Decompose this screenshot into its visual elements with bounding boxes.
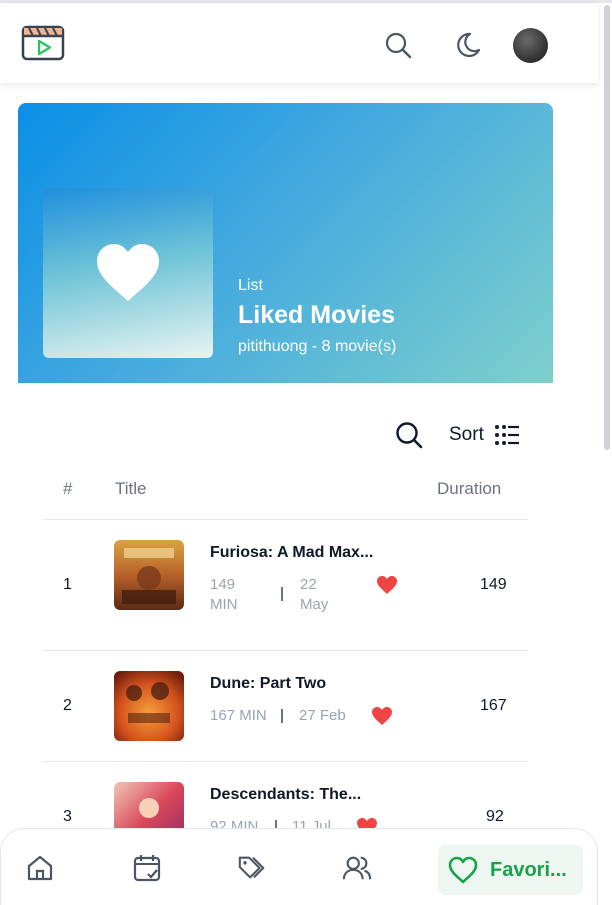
avatar[interactable]: [513, 28, 548, 63]
movie-date: 22 May: [300, 575, 328, 615]
favorites-button[interactable]: Favori...: [438, 845, 583, 895]
column-header-number: #: [63, 479, 73, 498]
movie-duration: 149: [480, 576, 507, 593]
heart-icon: [448, 856, 478, 884]
search-icon[interactable]: [383, 30, 413, 60]
app-header: [0, 3, 598, 83]
movie-title[interactable]: Furiosa: A Mad Max...: [210, 544, 373, 562]
calendar-check-icon[interactable]: [132, 853, 162, 883]
list-owner-count: pitithuong - 8 movie(s): [238, 338, 397, 355]
movie-date: 27 Feb: [299, 707, 346, 724]
sort-label: Sort: [449, 424, 484, 445]
favorites-label: Favori...: [490, 858, 567, 881]
date-day: 22: [300, 576, 317, 593]
row-number: 3: [63, 808, 72, 825]
meta-separator: [281, 587, 283, 601]
table-row[interactable]: 2 Dune: Part Two 167 MIN 27 Feb 167: [43, 651, 528, 761]
heart-icon[interactable]: [376, 575, 398, 595]
page-title: Liked Movies: [238, 301, 395, 329]
runtime-value: 149: [210, 576, 236, 593]
list-type-label: List: [238, 277, 263, 294]
home-icon[interactable]: [25, 853, 55, 883]
movie-title[interactable]: Descendants: The...: [210, 786, 361, 804]
scrollbar[interactable]: [600, 5, 610, 455]
movie-poster[interactable]: [114, 671, 184, 741]
moon-icon[interactable]: [453, 30, 483, 60]
table-row[interactable]: 1 Furiosa: A Mad Max... 149 MIN 22 May 1…: [43, 520, 528, 650]
row-number: 2: [63, 697, 72, 714]
runtime-unit: MIN: [210, 596, 238, 613]
movie-duration: 167: [480, 697, 507, 714]
movie-runtime: 149 MIN: [210, 575, 238, 615]
tags-icon[interactable]: [237, 853, 267, 883]
clapperboard-play-icon[interactable]: [21, 24, 65, 62]
movie-title[interactable]: Dune: Part Two: [210, 675, 326, 693]
list-cover: [43, 188, 213, 358]
column-header-duration: Duration: [437, 479, 502, 498]
sort-button[interactable]: Sort: [449, 420, 520, 450]
search-icon[interactable]: [395, 421, 423, 449]
row-number: 1: [63, 576, 72, 593]
movie-poster[interactable]: [114, 540, 184, 610]
list-hero-banner: List Liked Movies pitithuong - 8 movie(s…: [18, 103, 553, 383]
list-icon: [494, 425, 519, 445]
users-icon[interactable]: [342, 853, 372, 883]
movie-runtime: 167 MIN: [210, 707, 267, 724]
column-header-title: Title: [115, 479, 147, 498]
meta-separator: [281, 709, 283, 723]
heart-icon[interactable]: [371, 706, 393, 726]
heart-icon: [97, 244, 159, 301]
bottom-navigation: Favori...: [0, 828, 598, 905]
scrollbar-thumb[interactable]: [604, 5, 610, 450]
movie-duration: 92: [486, 808, 504, 825]
date-month: May: [300, 596, 329, 613]
